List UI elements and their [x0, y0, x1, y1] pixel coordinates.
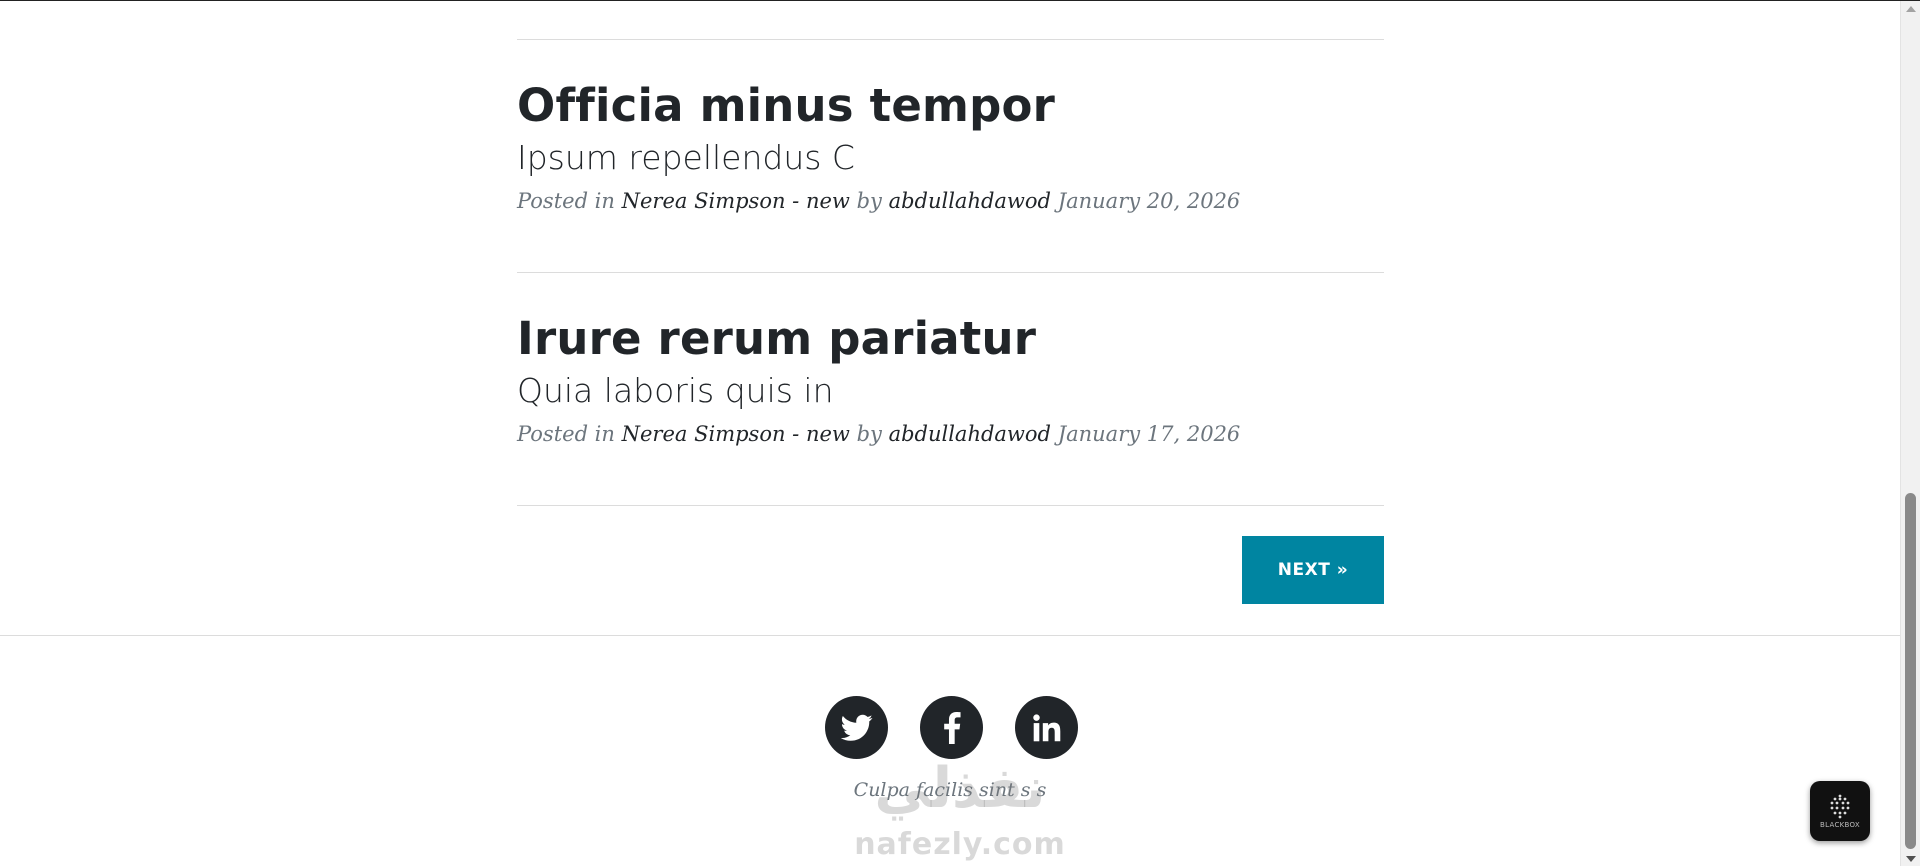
category-link[interactable]: Nerea Simpson - new	[622, 189, 850, 213]
social-links	[825, 696, 1078, 759]
scroll-up-arrow-icon[interactable]	[1906, 6, 1916, 12]
posted-in-label: Posted in	[517, 189, 615, 213]
twitter-icon	[840, 714, 872, 741]
scrollbar-thumb[interactable]	[1905, 493, 1916, 849]
post-meta: Posted in Nerea Simpson - new by abdulla…	[517, 419, 1384, 449]
footer-divider	[0, 635, 1900, 636]
divider	[517, 505, 1384, 506]
page: Officia minus tempor Ipsum repellendus C…	[0, 1, 1900, 866]
divider	[517, 39, 1384, 40]
blackbox-widget-button[interactable]: BLACKBOX	[1810, 781, 1870, 841]
author-link[interactable]: abdullahdawod	[889, 189, 1051, 213]
post-title[interactable]: Irure rerum pariatur	[517, 311, 1384, 367]
post-title[interactable]: Officia minus tempor	[517, 78, 1384, 134]
watermark-latin: nafezly.com	[854, 827, 1066, 862]
scroll-down-arrow-icon[interactable]	[1906, 856, 1916, 862]
author-link[interactable]: abdullahdawod	[889, 422, 1051, 446]
vertical-scrollbar[interactable]	[1900, 1, 1920, 866]
post-subtitle[interactable]: Quia laboris quis in	[517, 369, 1384, 413]
copyright-text: Culpa facilis sint s s	[853, 779, 1047, 801]
by-label: by	[856, 422, 882, 446]
post-date: January 20, 2026	[1057, 189, 1241, 213]
linkedin-link[interactable]	[1015, 696, 1078, 759]
post-subtitle[interactable]: Ipsum repellendus C	[517, 136, 1384, 180]
next-page-button[interactable]: NEXT »	[1242, 536, 1384, 604]
category-link[interactable]: Nerea Simpson - new	[622, 422, 850, 446]
watermark: نفذلي nafezly.com	[850, 759, 1070, 866]
post-preview[interactable]: Irure rerum pariatur Quia laboris quis i…	[517, 311, 1384, 449]
browser-viewport: Officia minus tempor Ipsum repellendus C…	[0, 0, 1920, 866]
post-date: January 17, 2026	[1057, 422, 1241, 446]
posted-in-label: Posted in	[517, 422, 615, 446]
blackbox-label: BLACKBOX	[1820, 821, 1860, 829]
facebook-icon	[943, 711, 961, 744]
linkedin-icon	[1032, 713, 1060, 741]
facebook-link[interactable]	[920, 696, 983, 759]
post-preview[interactable]: Officia minus tempor Ipsum repellendus C…	[517, 78, 1384, 216]
post-meta: Posted in Nerea Simpson - new by abdulla…	[517, 186, 1384, 216]
twitter-link[interactable]	[825, 696, 888, 759]
by-label: by	[856, 189, 882, 213]
blackbox-logo-icon	[1830, 794, 1850, 819]
divider	[517, 272, 1384, 273]
